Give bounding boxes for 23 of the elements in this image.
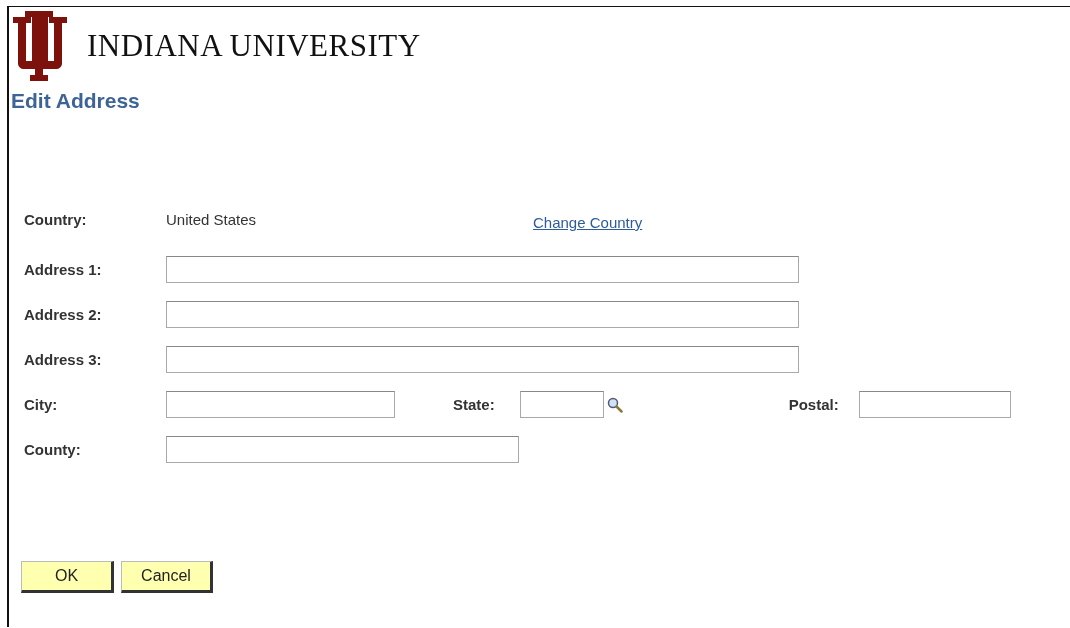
field-label: Address 2: bbox=[24, 306, 103, 323]
input-field[interactable] bbox=[166, 301, 799, 328]
input-field[interactable] bbox=[166, 436, 519, 463]
input-field[interactable] bbox=[858, 391, 1011, 418]
field-label: City: bbox=[24, 396, 59, 413]
change-country-link[interactable]: Change Country bbox=[533, 214, 643, 231]
trident-logo-icon bbox=[11, 11, 67, 81]
field-label: Address 3: bbox=[24, 351, 103, 368]
input-field[interactable] bbox=[166, 346, 799, 373]
cancel-button[interactable]: Cancel bbox=[121, 561, 213, 593]
page-title: Edit Address bbox=[11, 89, 141, 113]
input-field[interactable] bbox=[519, 391, 604, 418]
input-field[interactable] bbox=[166, 256, 799, 283]
input-field[interactable] bbox=[166, 391, 395, 418]
country-value: United States bbox=[166, 211, 258, 228]
field-label: Country: bbox=[24, 211, 88, 228]
search-icon[interactable] bbox=[606, 396, 623, 413]
field-label: County: bbox=[24, 441, 82, 458]
field-label: State: bbox=[453, 396, 495, 413]
field-label: Postal: bbox=[788, 396, 839, 413]
field-label: Address 1: bbox=[24, 261, 103, 278]
university-name: INDIANA UNIVERSITY bbox=[87, 28, 421, 64]
ok-button[interactable]: OK bbox=[21, 561, 114, 593]
